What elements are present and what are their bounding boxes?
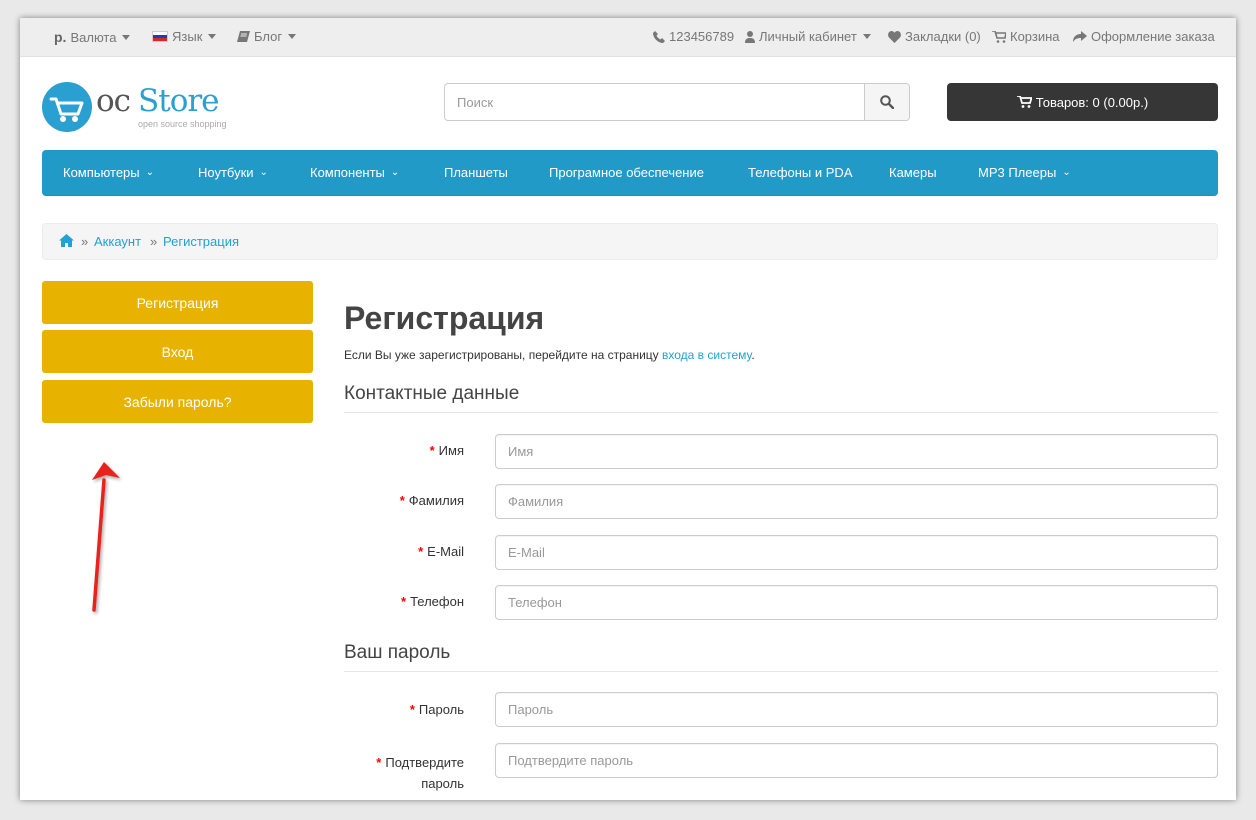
confirm-password-field[interactable] bbox=[495, 743, 1218, 778]
firstname-label: * Имя bbox=[344, 443, 464, 458]
cart-logo-icon bbox=[42, 82, 92, 132]
breadcrumb-account[interactable]: Аккаунт bbox=[94, 234, 141, 249]
required-asterisk: * bbox=[376, 755, 382, 770]
phone-icon bbox=[653, 30, 665, 43]
phone-number: 123456789 bbox=[669, 29, 735, 44]
label-text: Фамилия bbox=[408, 493, 464, 508]
user-icon bbox=[745, 30, 755, 43]
blog-label: Блог bbox=[254, 29, 283, 44]
language-label: Язык bbox=[172, 29, 203, 44]
checkout-label: Оформление заказа bbox=[1091, 29, 1215, 44]
lastname-field[interactable] bbox=[495, 484, 1218, 519]
sidebar-login-button[interactable]: Вход bbox=[42, 330, 313, 373]
menu-item-phones[interactable]: Телефоны и PDA bbox=[748, 165, 853, 180]
checkout-link[interactable]: Оформление заказа bbox=[1073, 29, 1215, 44]
shopping-cart-icon bbox=[992, 30, 1006, 43]
red-arrow-icon bbox=[80, 458, 130, 623]
required-asterisk: * bbox=[401, 594, 407, 609]
shopping-cart-icon bbox=[1016, 96, 1032, 108]
search-button[interactable] bbox=[864, 84, 909, 120]
phone-label: * Телефон bbox=[344, 594, 464, 609]
share-arrow-icon bbox=[1073, 30, 1087, 43]
contact-section-title: Контактные данные bbox=[344, 383, 1218, 413]
account-label: Личный кабинет bbox=[759, 29, 857, 44]
blog-dropdown[interactable]: Блог bbox=[237, 29, 297, 44]
sidebar-forgot-password-button[interactable]: Забыли пароль? bbox=[42, 380, 313, 423]
menu-item-mp3[interactable]: MP3 Плееры ⌄ bbox=[978, 165, 1071, 180]
required-asterisk: * bbox=[399, 493, 405, 508]
menu-item-cameras[interactable]: Камеры bbox=[889, 165, 937, 180]
wishlist-link[interactable]: Закладки (0) bbox=[888, 29, 981, 44]
language-dropdown[interactable]: Язык bbox=[152, 29, 217, 44]
menu-item-label: Камеры bbox=[889, 165, 937, 180]
intro-text-end: . bbox=[751, 348, 755, 362]
top-bar: р. Валюта Язык Блог 123456789 Личный каб… bbox=[20, 18, 1236, 57]
menu-item-label: Телефоны и PDA bbox=[748, 165, 853, 180]
home-icon[interactable] bbox=[59, 234, 74, 247]
chevron-down-icon: ⌄ bbox=[1062, 167, 1071, 178]
label-text: Телефон bbox=[410, 594, 464, 609]
caret-down-icon bbox=[122, 34, 131, 40]
menu-item-laptops[interactable]: Ноутбуки ⌄ bbox=[198, 165, 268, 180]
breadcrumb: » Аккаунт » Регистрация bbox=[42, 223, 1218, 260]
sidebar-register-button[interactable]: Регистрация bbox=[42, 281, 313, 324]
caret-down-icon bbox=[862, 34, 871, 39]
firstname-field[interactable] bbox=[495, 434, 1218, 469]
cart-link[interactable]: Корзина bbox=[992, 29, 1060, 44]
currency-dropdown[interactable]: р. Валюта bbox=[54, 29, 131, 45]
breadcrumb-register[interactable]: Регистрация bbox=[163, 234, 239, 249]
search-input[interactable] bbox=[445, 84, 865, 120]
heart-icon bbox=[888, 30, 901, 43]
cart-label: Корзина bbox=[1010, 29, 1060, 44]
chevron-down-icon: ⌄ bbox=[259, 167, 268, 178]
store-logo[interactable]: oc Store open source shopping bbox=[42, 82, 242, 134]
phone-link[interactable]: 123456789 bbox=[653, 29, 734, 44]
currency-label: Валюта bbox=[70, 29, 117, 45]
required-asterisk: * bbox=[429, 443, 435, 458]
login-link[interactable]: входа в систему bbox=[662, 348, 751, 362]
password-field[interactable] bbox=[495, 692, 1218, 727]
email-field[interactable] bbox=[495, 535, 1218, 570]
required-asterisk: * bbox=[409, 702, 415, 717]
currency-symbol: р. bbox=[54, 29, 67, 45]
logo-text-store: Store bbox=[138, 83, 220, 119]
main-menu: Компьютеры ⌄ Ноутбуки ⌄ Компоненты ⌄ Пла… bbox=[42, 150, 1218, 196]
cart-total-label: Товаров: 0 (0.00р.) bbox=[1035, 94, 1149, 110]
menu-item-computers[interactable]: Компьютеры ⌄ bbox=[63, 165, 154, 180]
menu-item-software[interactable]: Програмное обеспечение bbox=[549, 165, 704, 180]
label-text: Имя bbox=[438, 443, 464, 458]
russia-flag-icon bbox=[152, 31, 168, 42]
search-box bbox=[444, 83, 910, 121]
book-icon bbox=[237, 30, 250, 43]
chevron-down-icon: ⌄ bbox=[145, 167, 155, 178]
menu-item-label: Програмное обеспечение bbox=[549, 165, 704, 180]
label-text: Подтвердите bbox=[385, 755, 464, 770]
phone-field[interactable] bbox=[495, 585, 1218, 620]
account-dropdown[interactable]: Личный кабинет bbox=[745, 29, 871, 44]
menu-item-label: Компьютеры bbox=[63, 165, 140, 180]
cart-total-button[interactable]: Товаров: 0 (0.00р.) bbox=[947, 83, 1218, 121]
wishlist-label: Закладки (0) bbox=[905, 29, 981, 44]
password-label: * Пароль bbox=[344, 702, 464, 717]
password-section-title: Ваш пароль bbox=[344, 642, 1218, 672]
breadcrumb-separator: » bbox=[81, 234, 89, 249]
search-icon bbox=[880, 95, 894, 109]
browser-page: р. Валюта Язык Блог 123456789 Личный каб… bbox=[20, 18, 1236, 800]
required-asterisk: * bbox=[418, 544, 424, 559]
menu-item-label: MP3 Плееры bbox=[978, 165, 1057, 180]
menu-item-label: Ноутбуки bbox=[198, 165, 254, 180]
email-label: * E-Mail bbox=[344, 544, 464, 559]
label-text: E-Mail bbox=[427, 544, 464, 559]
labels-column: * Имя * Фамилия * E-Mail * Телефон * Пароль *… bbox=[344, 18, 464, 800]
caret-down-icon bbox=[208, 34, 217, 39]
confirm-password-label: * Подтвердите пароль bbox=[344, 752, 464, 794]
logo-text-oc: oc bbox=[96, 83, 131, 119]
logo-tagline: open source shopping bbox=[138, 119, 227, 129]
caret-down-icon bbox=[288, 34, 297, 39]
label-text: Пароль bbox=[418, 702, 464, 717]
breadcrumb-separator: » bbox=[150, 234, 158, 249]
label-text: пароль bbox=[421, 776, 464, 791]
lastname-label: * Фамилия bbox=[344, 493, 464, 508]
